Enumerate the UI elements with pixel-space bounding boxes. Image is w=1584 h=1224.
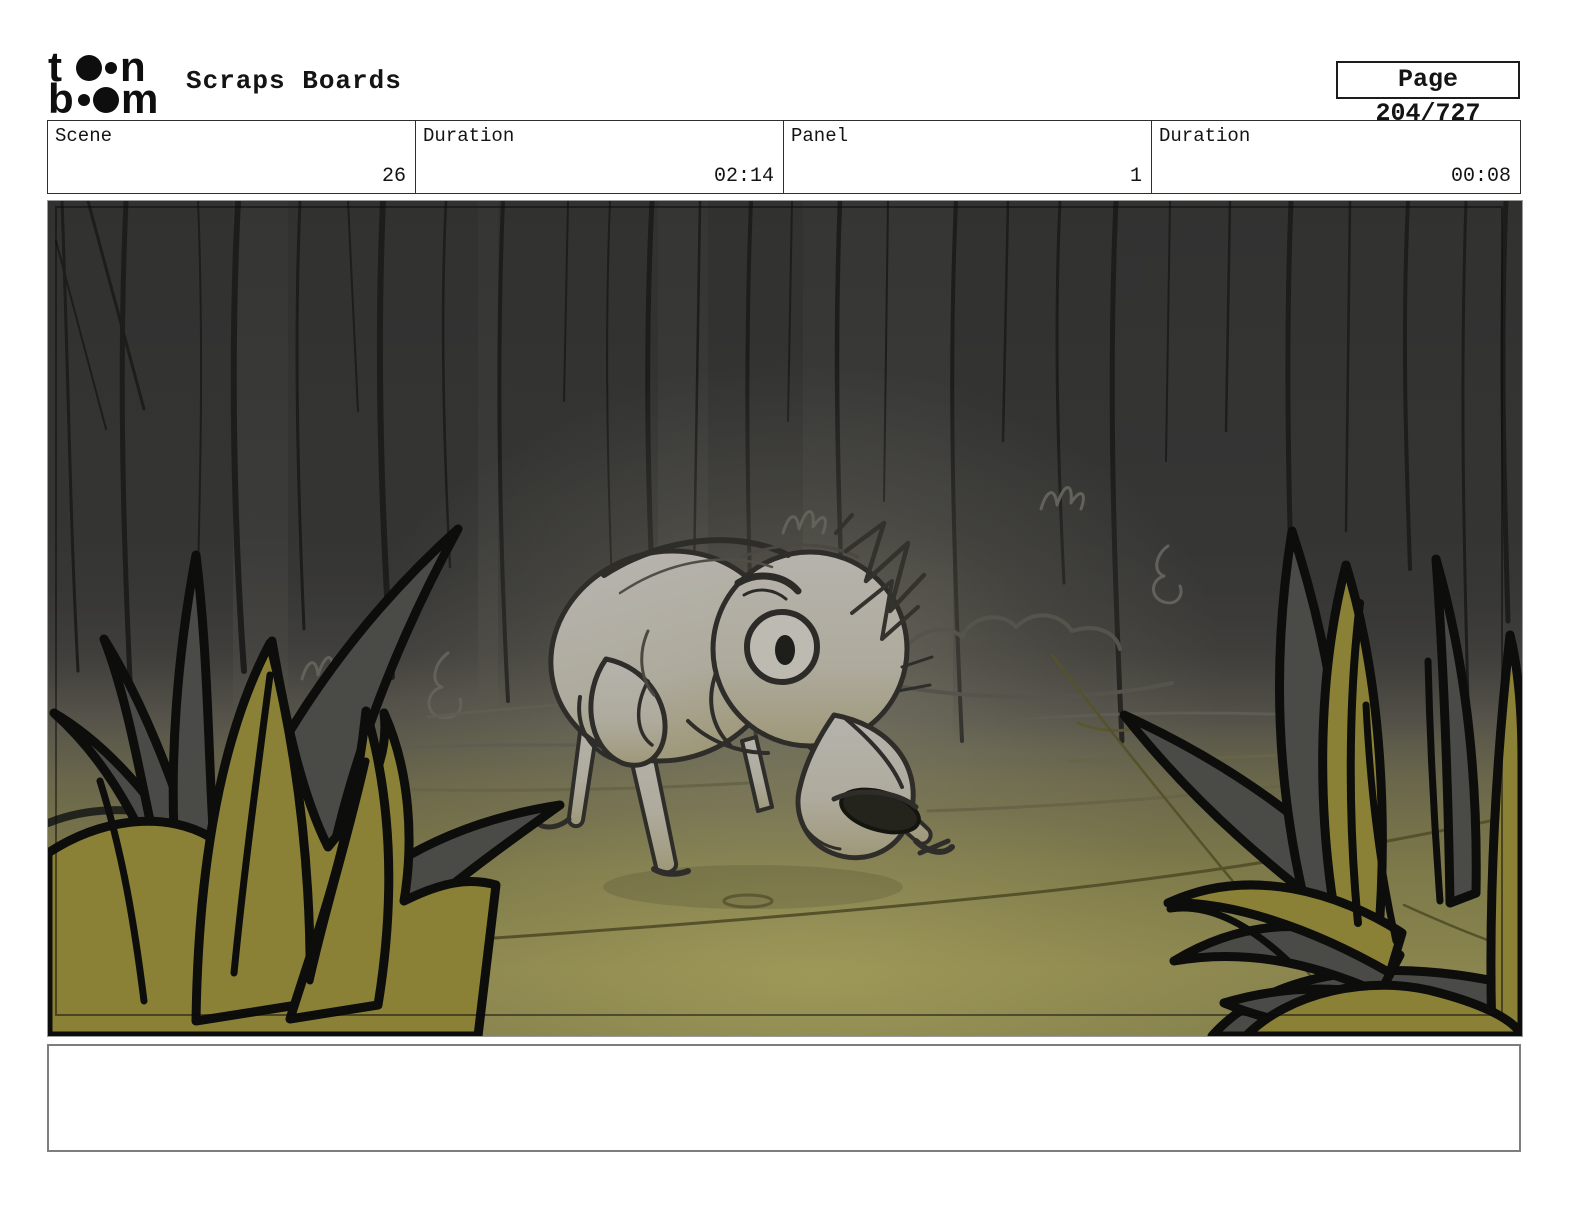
document-title: Scraps Boards [186,66,402,96]
dog-pupil [775,635,795,665]
info-cell-scene-duration: Duration 02:14 [416,121,784,193]
panel-duration-value: 00:08 [1450,165,1511,188]
storyboard-export-page: t n b m Scraps Boards Page 204/727 Scene… [0,0,1584,1224]
info-cell-panel: Panel 1 [784,121,1152,193]
logo-letter-b: b [48,75,74,116]
logo-dot-large-1 [76,55,102,81]
scene-label: Scene [55,125,113,147]
storyboard-panel [47,200,1523,1037]
logo-dot-large-2 [93,87,119,113]
storyboard-drawing [48,201,1522,1036]
info-cell-panel-duration: Duration 00:08 [1152,121,1520,193]
toonboom-logo-art: t n b m [48,43,158,122]
panel-info-table: Scene 26 Duration 02:14 Panel 1 Duration… [47,120,1521,194]
scene-duration-label: Duration [423,125,515,147]
panel-duration-label: Duration [1159,125,1251,147]
logo-letter-m: m [121,75,158,116]
toonboom-logo: t n b m [48,43,178,122]
logo-dot-small-2 [78,94,90,106]
logo-dot-small-1 [105,62,117,74]
panel-value: 1 [1129,165,1142,188]
info-cell-scene: Scene 26 [48,121,416,193]
scene-value: 26 [381,165,406,188]
panel-label: Panel [791,125,849,147]
dog-shadow [603,865,903,909]
scene-duration-value: 02:14 [713,165,774,188]
caption-box [47,1044,1521,1152]
page-indicator: Page 204/727 [1336,61,1520,128]
